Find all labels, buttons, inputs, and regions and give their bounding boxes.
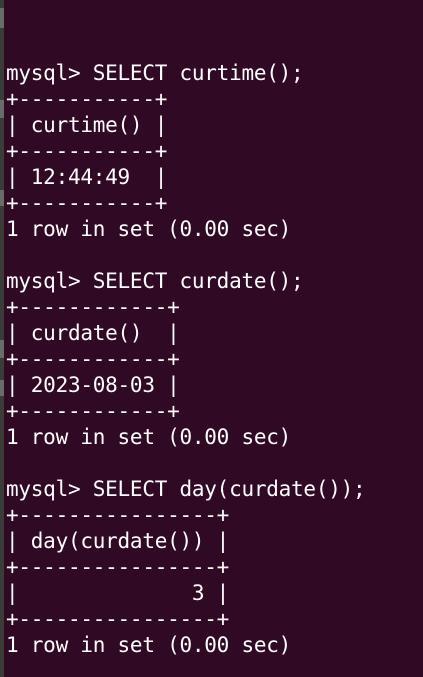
prompt-line: mysql> SELECT curtime(); [6,61,304,85]
edge-mark [0,100,4,118]
table-border: +------------+ [6,347,180,371]
table-row: | 2023-08-03 | [6,373,180,397]
result-status: 1 row in set (0.00 sec) [6,217,292,241]
table-border: +----------------+ [6,607,230,631]
edge-mark [0,190,4,206]
prompt-line: mysql> SELECT day(curdate()); [6,477,366,501]
table-border: +------------+ [6,399,180,423]
table-row: | 3 | [6,581,230,605]
table-border: +-----------+ [6,87,168,111]
table-border: +-----------+ [6,139,168,163]
prompt-line: mysql> SELECT curdate(); [6,269,304,293]
result-status: 1 row in set (0.00 sec) [6,633,292,657]
result-status: 1 row in set (0.00 sec) [6,425,292,449]
table-header: | curdate() | [6,321,180,345]
edge-mark [0,340,4,358]
table-border: +------------+ [6,295,180,319]
edge-mark [0,380,4,396]
table-border: +-----------+ [6,191,168,215]
table-border: +----------------+ [6,503,230,527]
table-border: +----------------+ [6,555,230,579]
table-row: | 12:44:49 | [6,165,168,189]
table-header: | day(curdate()) | [6,529,230,553]
edge-mark [0,8,4,28]
terminal-output[interactable]: mysql> SELECT curtime(); +-----------+ |… [6,60,423,658]
table-header: | curtime() | [6,113,168,137]
window-left-edge [0,0,4,677]
